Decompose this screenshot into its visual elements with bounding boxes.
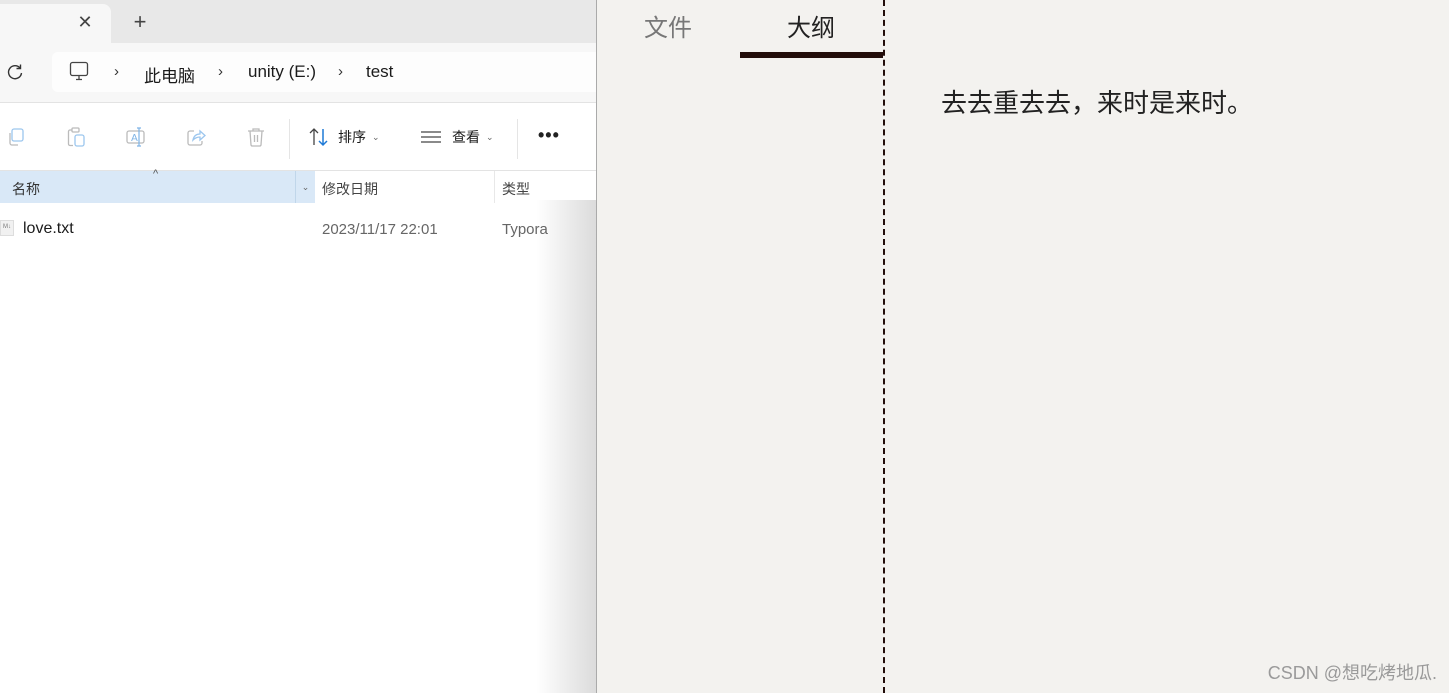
active-tab-indicator [740,52,883,58]
toolbar-divider [289,119,290,159]
column-header-row: 名称 ^ ⌄ 修改日期 类型 [0,168,596,203]
column-header-date[interactable]: 修改日期 [322,179,378,199]
breadcrumb-this-pc[interactable]: 此电脑 [144,62,195,87]
breadcrumb-folder[interactable]: test [366,62,393,82]
markdown-file-icon: M↓ [0,220,14,236]
explorer-tab[interactable]: ✕ [0,4,111,43]
editor-content[interactable]: 去去重去去，来时是来时。 [941,83,1253,120]
address-row: › 此电脑 › unity (E:) › test [0,43,596,103]
paste-icon[interactable] [65,126,87,148]
delete-icon[interactable] [245,126,267,148]
more-options-button[interactable]: ••• [538,125,560,146]
breadcrumb-separator: › [114,63,119,80]
share-icon[interactable] [185,126,207,148]
sort-button[interactable]: 排序 ⌄ [308,126,380,148]
sort-icon [309,128,328,147]
chevron-down-icon: ⌄ [486,131,494,142]
column-header-name[interactable]: 名称 ^ ⌄ [0,168,315,203]
breadcrumb-separator: › [218,63,223,80]
copy-icon[interactable] [5,126,27,148]
chevron-down-icon: ⌄ [372,131,380,142]
watermark: CSDN @想吃烤地瓜. [1267,663,1437,683]
breadcrumb-drive[interactable]: unity (E:) [248,62,316,82]
view-label: 查看 [452,129,480,145]
computer-icon [69,61,89,81]
refresh-icon[interactable] [5,62,25,82]
toolbar-divider [517,119,518,159]
plus-icon[interactable]: + [130,11,150,33]
column-header-type[interactable]: 类型 [502,179,530,199]
file-type: Typora [502,221,548,238]
breadcrumb-separator: › [338,63,343,80]
column-divider [494,171,495,203]
file-name: love.txt [23,220,74,237]
column-name-label: 名称 [12,181,40,197]
address-bar[interactable]: › 此电脑 › unity (E:) › test [52,52,596,92]
tab-bar: ✕ + [0,0,596,43]
sidebar-tab-files[interactable]: 文件 [644,8,692,43]
sort-label: 排序 [338,129,366,145]
sort-ascending-icon: ^ [153,168,159,180]
view-icon [421,131,441,143]
file-explorer-window: ✕ + › 此电脑 › unity (E:) › test A 排序 ⌄ 查看 [0,0,596,693]
rename-icon[interactable]: A [125,126,147,148]
typora-window: 文件 大纲 去去重去去，来时是来时。 CSDN @想吃烤地瓜. [596,0,1449,693]
svg-text:A: A [131,133,138,144]
sidebar-divider[interactable] [883,0,885,693]
column-dropdown-icon[interactable]: ⌄ [295,171,315,203]
sidebar-tab-outline[interactable]: 大纲 [787,8,835,43]
file-modified-date: 2023/11/17 22:01 [322,221,438,238]
view-button[interactable]: 查看 ⌄ [420,126,494,148]
close-icon[interactable]: ✕ [76,13,94,31]
file-row[interactable]: M↓ love.txt 2023/11/17 22:01 Typora [0,213,596,245]
command-bar: A 排序 ⌄ 查看 ⌄ ••• [0,103,596,171]
